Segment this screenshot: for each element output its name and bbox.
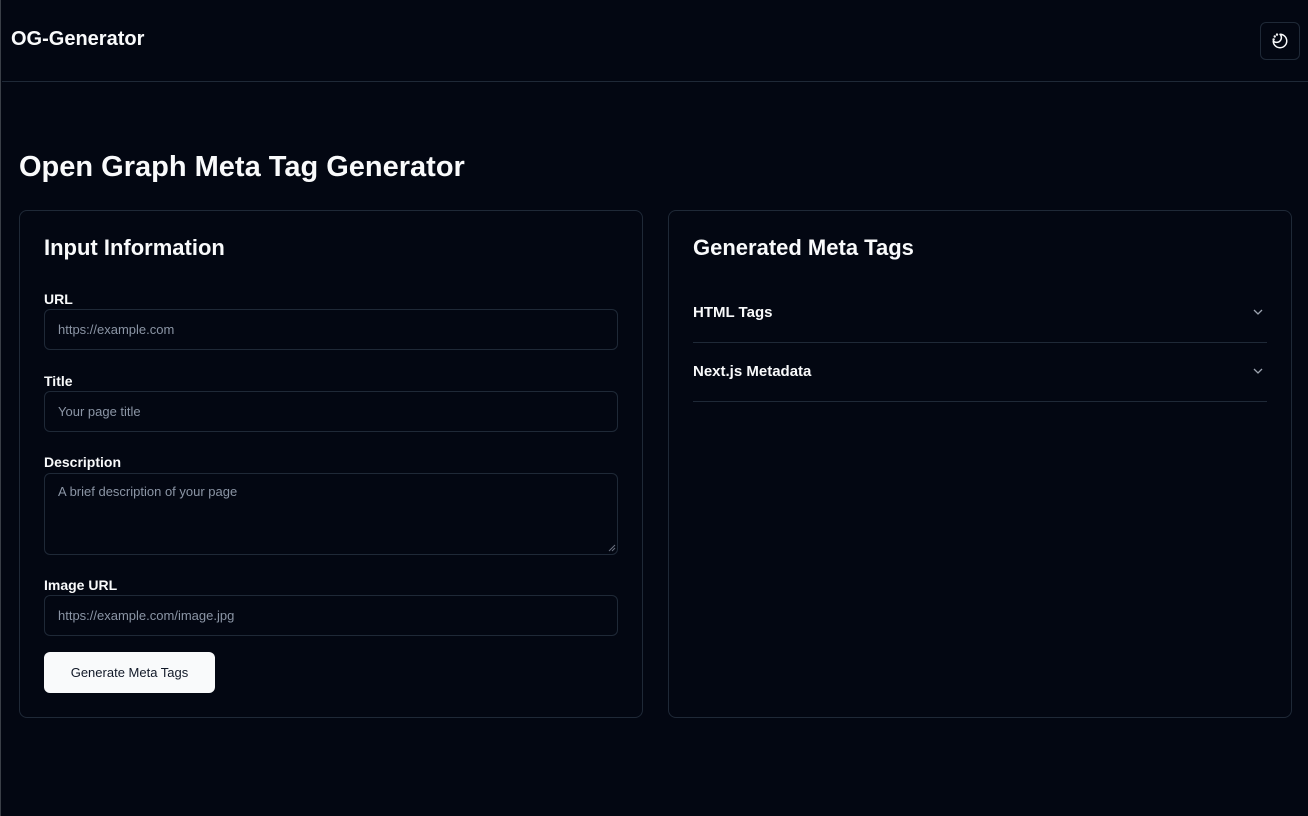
- generate-meta-tags-button[interactable]: Generate Meta Tags: [44, 652, 215, 693]
- moon-stars-icon: [1272, 33, 1288, 49]
- page-title: Open Graph Meta Tag Generator: [19, 151, 465, 183]
- accordion-html-tags[interactable]: HTML Tags: [693, 284, 1267, 343]
- title-input[interactable]: [44, 391, 618, 432]
- chevron-down-icon: [1253, 309, 1263, 315]
- accordion-nextjs-metadata[interactable]: Next.js Metadata: [693, 343, 1267, 402]
- description-textarea[interactable]: [44, 473, 618, 555]
- generated-meta-tags-card: Generated Meta Tags HTML Tags Next.js Me…: [668, 210, 1292, 718]
- resize-handle-icon[interactable]: [608, 544, 616, 552]
- title-label: Title: [44, 373, 73, 389]
- app-frame: OG-Generator Open Graph Meta Tag Generat…: [0, 0, 1308, 816]
- accordion-label: Next.js Metadata: [693, 363, 812, 380]
- input-card-title: Input Information: [44, 235, 225, 260]
- output-card-title: Generated Meta Tags: [693, 235, 914, 260]
- image-url-label: Image URL: [44, 577, 118, 593]
- chevron-down-icon: [1253, 368, 1263, 374]
- input-information-card: Input Information URL Title Description …: [19, 210, 643, 718]
- accordion-label: HTML Tags: [693, 304, 773, 321]
- description-label: Description: [44, 454, 122, 470]
- image-url-input[interactable]: [44, 595, 618, 636]
- brand-logo-text[interactable]: OG-Generator: [11, 28, 144, 51]
- url-label: URL: [44, 291, 73, 307]
- top-navbar: OG-Generator: [2, 0, 1308, 82]
- url-input[interactable]: [44, 309, 618, 350]
- theme-toggle-button[interactable]: [1260, 22, 1300, 60]
